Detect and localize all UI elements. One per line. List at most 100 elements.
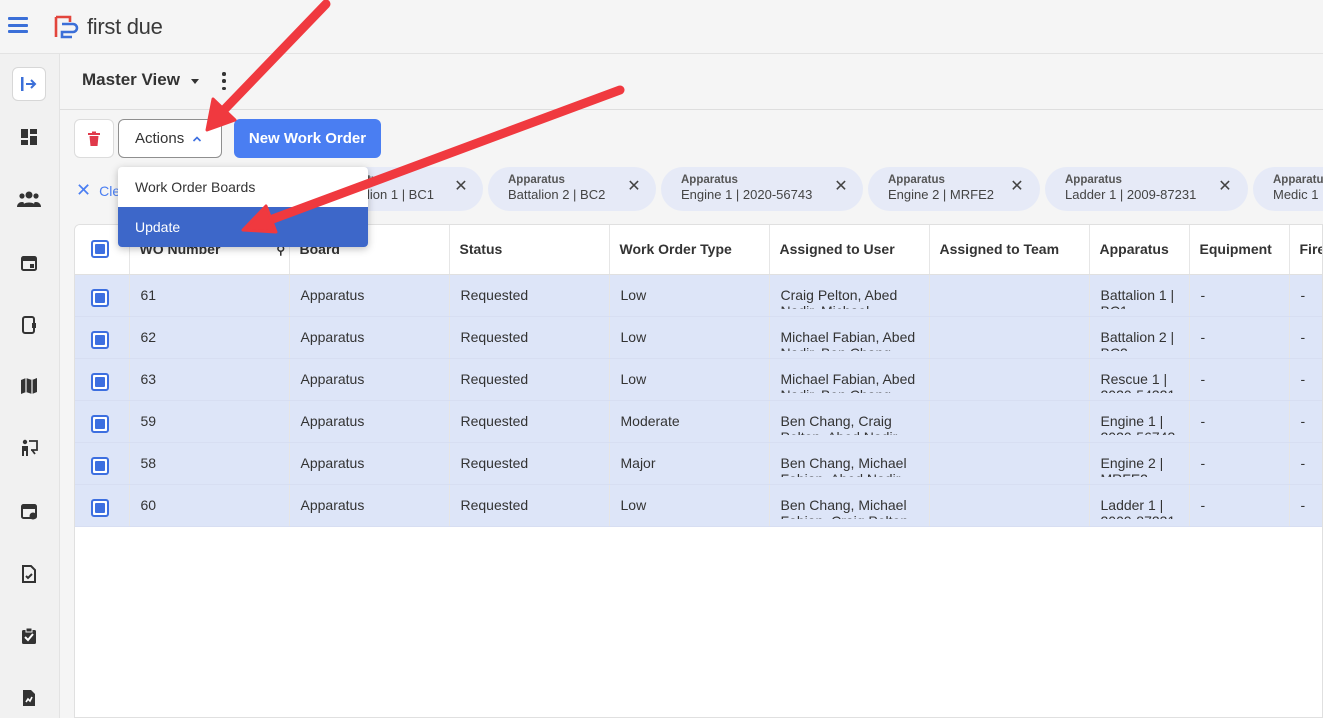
cell-assigned-user: Craig Pelton, Abed Nadir, Michael — [769, 274, 930, 317]
row-checkbox[interactable] — [91, 456, 109, 475]
cell-equipment: - — [1189, 400, 1290, 443]
dashboard-icon[interactable] — [12, 120, 46, 154]
filter-chip: Apparatus Engine 2 | MRFE2 ✕ — [868, 167, 1040, 211]
remove-chip-icon[interactable]: ✕ — [1009, 179, 1025, 195]
table-row[interactable]: 60 Apparatus Requested Low Ben Chang, Mi… — [75, 484, 1322, 527]
calendar-event-icon[interactable] — [12, 494, 46, 528]
report-icon[interactable] — [12, 681, 46, 715]
filter-chip: Apparatus Engine 1 | 2020-56743 ✕ — [661, 167, 863, 211]
remove-chip-icon[interactable]: ✕ — [453, 179, 469, 195]
cell-board: Apparatus — [289, 442, 450, 485]
cell-assigned-user: Ben Chang, Michael Fabian, Craig Pelton — [769, 484, 930, 527]
cell-work-order-type: Moderate — [609, 400, 770, 443]
actions-label: Actions — [135, 130, 185, 147]
filter-chip: Apparatus Ladder 1 | 2009-87231 ✕ — [1045, 167, 1248, 211]
cell-assigned-team — [929, 316, 1090, 359]
cell-status: Requested — [449, 274, 610, 317]
column-header-assigned-to-user[interactable]: Assigned to User — [769, 225, 930, 275]
row-select-cell — [75, 400, 130, 443]
cell-assigned-user: Michael Fabian, Abed Nadir, Ben Chang — [769, 316, 930, 359]
column-header-work-order-type[interactable]: Work Order Type — [609, 225, 770, 275]
device-icon[interactable] — [12, 308, 46, 342]
actions-button[interactable]: Actions — [118, 119, 222, 158]
cell-equipment: - — [1189, 442, 1290, 485]
new-work-order-button[interactable]: New Work Order — [234, 119, 381, 158]
column-header-fire[interactable]: Fire — [1289, 225, 1322, 275]
row-select-cell — [75, 358, 130, 401]
cell-assigned-user: Ben Chang, Craig Pelton, Abed Nadir — [769, 400, 930, 443]
column-header-assigned-to-team[interactable]: Assigned to Team — [929, 225, 1090, 275]
cell-equipment: - — [1189, 316, 1290, 359]
map-icon[interactable] — [12, 369, 46, 403]
cell-equipment: - — [1189, 484, 1290, 527]
cell-equipment: - — [1189, 358, 1290, 401]
cell-work-order-type: Low — [609, 274, 770, 317]
cell-wo-number: 61 — [129, 274, 290, 317]
cell-fire: - — [1289, 274, 1322, 317]
column-header-apparatus[interactable]: Apparatus — [1089, 225, 1190, 275]
row-checkbox[interactable] — [91, 288, 109, 307]
cell-board: Apparatus — [289, 274, 450, 317]
cell-assigned-team — [929, 442, 1090, 485]
cell-assigned-team — [929, 400, 1090, 443]
chip-value: Battalion 2 | BC2 — [508, 187, 606, 202]
chip-label: Apparatus — [681, 174, 738, 186]
cell-apparatus: Ladder 1 | 2009-87231 — [1089, 484, 1190, 527]
remove-chip-icon[interactable]: ✕ — [833, 179, 849, 195]
top-bar: first due — [0, 0, 1323, 54]
left-nav-rail — [0, 54, 60, 718]
menu-item-work-order-boards[interactable]: Work Order Boards — [118, 167, 368, 207]
row-checkbox[interactable] — [91, 498, 109, 517]
column-header-status[interactable]: Status — [449, 225, 610, 275]
select-all-checkbox[interactable] — [91, 240, 109, 259]
cell-board: Apparatus — [289, 400, 450, 443]
menu-item-update[interactable]: Update — [118, 207, 368, 247]
view-title[interactable]: Master View — [82, 70, 180, 90]
row-checkbox[interactable] — [91, 372, 109, 391]
row-select-cell — [75, 442, 130, 485]
view-header: Master View — [60, 54, 1323, 110]
cell-assigned-team — [929, 358, 1090, 401]
row-checkbox[interactable] — [91, 414, 109, 433]
document-check-icon[interactable] — [12, 557, 46, 591]
cell-work-order-type: Low — [609, 316, 770, 359]
delete-button[interactable] — [74, 119, 114, 158]
row-select-cell — [75, 274, 130, 317]
chip-label: Apparatus — [1065, 174, 1122, 186]
remove-chip-icon[interactable]: ✕ — [1217, 179, 1233, 195]
cell-wo-number: 63 — [129, 358, 290, 401]
calendar-icon[interactable] — [12, 246, 46, 280]
cell-apparatus: Engine 1 | 2020-56743 — [1089, 400, 1190, 443]
clipboard-check-icon[interactable] — [12, 619, 46, 653]
cell-work-order-type: Major — [609, 442, 770, 485]
chip-label: Apparatu — [1273, 174, 1323, 186]
people-icon[interactable] — [12, 182, 46, 216]
cell-board: Apparatus — [289, 484, 450, 527]
more-options-icon[interactable] — [221, 72, 227, 90]
clear-filters-label: Cle — [99, 182, 121, 199]
table-row[interactable]: 58 Apparatus Requested Major Ben Chang, … — [75, 442, 1322, 485]
cell-work-order-type: Low — [609, 484, 770, 527]
column-header-equipment[interactable]: Equipment — [1189, 225, 1290, 275]
app-logo[interactable]: first due — [53, 14, 163, 40]
row-select-cell — [75, 484, 130, 527]
table-row[interactable]: 63 Apparatus Requested Low Michael Fabia… — [75, 358, 1322, 401]
logo-text: first due — [87, 14, 163, 39]
cell-assigned-user: Ben Chang, Michael Fabian, Abed Nadir — [769, 442, 930, 485]
table-row[interactable]: 61 Apparatus Requested Low Craig Pelton,… — [75, 274, 1322, 317]
chevron-up-icon — [193, 135, 202, 142]
table-row[interactable]: 59 Apparatus Requested Moderate Ben Chan… — [75, 400, 1322, 443]
collapse-sidebar-icon[interactable] — [12, 67, 46, 101]
chip-value: Ladder 1 | 2009-87231 — [1065, 187, 1197, 202]
cell-equipment: - — [1189, 274, 1290, 317]
remove-chip-icon[interactable]: ✕ — [626, 179, 642, 195]
row-checkbox[interactable] — [91, 330, 109, 349]
view-dropdown-caret-icon[interactable] — [191, 79, 199, 84]
row-select-cell — [75, 316, 130, 359]
table-row[interactable]: 62 Apparatus Requested Low Michael Fabia… — [75, 316, 1322, 359]
presentation-icon[interactable] — [12, 431, 46, 465]
hamburger-menu-icon[interactable] — [8, 17, 28, 33]
clear-filters-link[interactable]: ✕ Cle — [76, 180, 120, 201]
cell-assigned-team — [929, 484, 1090, 527]
cell-apparatus: Engine 2 | MRFE2 — [1089, 442, 1190, 485]
